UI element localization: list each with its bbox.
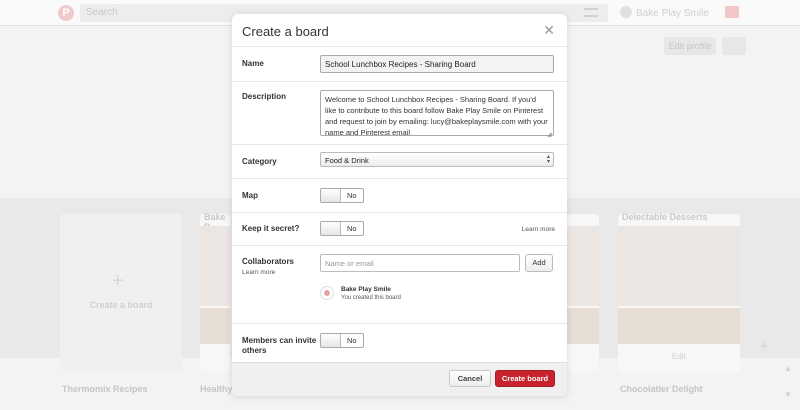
members-invite-label: Members can invite others xyxy=(242,336,317,355)
background-board-card: Delectable Desserts xyxy=(618,212,740,372)
pinterest-logo-icon: P xyxy=(58,5,74,21)
category-label: Category xyxy=(242,157,277,166)
background-board-card: Bake P xyxy=(200,212,230,372)
collaborator-owner-note: You created this board xyxy=(341,295,401,301)
scroll-down-icon: ▼ xyxy=(784,390,792,399)
background-edit-profile-button: Edit profile xyxy=(664,37,716,55)
secret-row: Keep it secret? No Learn more xyxy=(232,213,567,246)
select-arrows-icon: ▴ ▾ xyxy=(546,154,550,165)
map-toggle-value: No xyxy=(347,191,357,200)
background-board-card xyxy=(567,214,599,372)
toggle-knob xyxy=(321,222,341,235)
background-board-image xyxy=(618,226,740,306)
add-collaborator-button[interactable]: Add xyxy=(525,254,553,272)
collaborator-input[interactable]: Name or email xyxy=(320,254,520,272)
notification-icon xyxy=(725,6,739,18)
toggle-knob xyxy=(321,189,341,202)
members-invite-toggle[interactable]: No xyxy=(320,333,364,348)
background-search-placeholder: Search xyxy=(86,7,118,18)
secret-label: Keep it secret? xyxy=(242,224,300,233)
cancel-button[interactable]: Cancel xyxy=(449,370,491,387)
category-selected-value: Food & Drink xyxy=(325,156,369,165)
secret-learn-more-link[interactable]: Learn more xyxy=(522,226,555,233)
collaborator-owner-name: Bake Play Smile xyxy=(341,286,391,293)
board-description-input[interactable]: Welcome to School Lunchbox Recipes - Sha… xyxy=(320,90,554,136)
collaborators-label: Collaborators Learn more xyxy=(242,257,294,278)
secret-toggle-value: No xyxy=(347,224,357,233)
collaborators-label-text: Collaborators xyxy=(242,257,295,266)
map-toggle[interactable]: No xyxy=(320,188,364,203)
toggle-knob xyxy=(321,334,341,347)
background-add-icon: + xyxy=(760,338,768,353)
members-invite-row: Members can invite others No xyxy=(232,324,567,362)
name-label: Name xyxy=(242,59,264,68)
description-label: Description xyxy=(242,92,287,101)
category-select[interactable]: Food & Drink ▴ ▾ xyxy=(320,152,554,167)
collaborators-row: Collaborators Learn more Name or email A… xyxy=(232,246,567,324)
map-row: Map No xyxy=(232,179,567,213)
background-board-title: Thermomix Recipes xyxy=(62,384,148,394)
background-board-thumbs xyxy=(618,308,740,344)
background-board-image xyxy=(200,226,230,306)
dialog-title: Create a board xyxy=(242,24,329,39)
scroll-up-icon: ▲ xyxy=(784,364,792,373)
dialog-header: Create a board ✕ xyxy=(232,14,567,47)
background-board-title: Chocolatier Delight xyxy=(620,384,703,394)
background-board-image xyxy=(567,226,599,306)
background-board-title: Delectable Desserts xyxy=(622,212,708,222)
board-name-input[interactable]: School Lunchbox Recipes - Sharing Board xyxy=(320,55,554,73)
background-settings-icon xyxy=(722,37,746,55)
create-board-dialog: Create a board ✕ Name School Lunchbox Re… xyxy=(232,14,567,396)
close-icon[interactable]: ✕ xyxy=(543,23,555,37)
menu-icon xyxy=(584,8,598,17)
plus-icon: + xyxy=(112,270,124,292)
resize-grip-icon[interactable]: ◢ xyxy=(547,131,552,138)
background-edit-label: Edit xyxy=(672,352,686,361)
category-row: Category Food & Drink ▴ ▾ xyxy=(232,145,567,179)
dialog-footer: Cancel Create board xyxy=(232,362,567,396)
name-row: Name School Lunchbox Recipes - Sharing B… xyxy=(232,47,567,82)
background-user-name: Bake Play Smile xyxy=(620,6,709,19)
map-label: Map xyxy=(242,191,258,200)
background-create-board-label: Create a board xyxy=(89,300,153,310)
background-board-thumbs xyxy=(200,308,230,344)
secret-toggle[interactable]: No xyxy=(320,221,364,236)
members-invite-toggle-value: No xyxy=(347,336,357,345)
description-row: Description Welcome to School Lunchbox R… xyxy=(232,82,567,145)
background-board-thumbs xyxy=(567,308,599,344)
background-create-board-card: + Create a board xyxy=(60,214,182,372)
collaborators-learn-more-link[interactable]: Learn more xyxy=(242,268,294,278)
avatar xyxy=(320,286,334,300)
create-board-button[interactable]: Create board xyxy=(495,370,555,387)
background-board-title: Healthy xyxy=(200,384,233,394)
